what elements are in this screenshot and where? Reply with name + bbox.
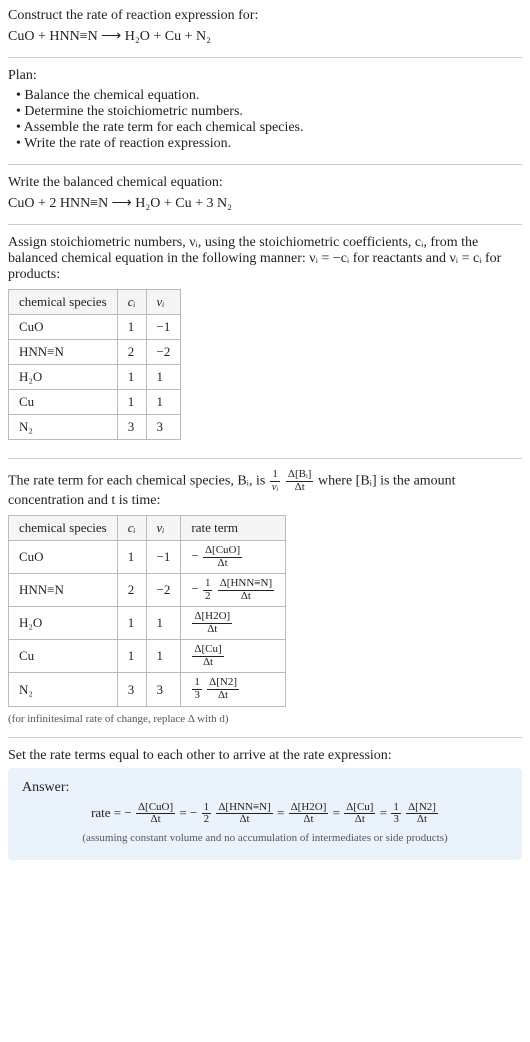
table-header-row: chemical species cᵢ νᵢ rate term (9, 516, 286, 541)
cell-v: −2 (146, 340, 181, 365)
infinitesimal-note: (for infinitesimal rate of change, repla… (8, 713, 522, 725)
table-row: N₂ 3 3 (9, 415, 181, 440)
section-construct: Construct the rate of reaction expressio… (8, 8, 522, 57)
table-header-row: chemical species cᵢ νᵢ (9, 290, 181, 315)
col-v: νᵢ (146, 290, 181, 315)
table-row: H₂O 1 1 Δ[H2O]Δt (9, 607, 286, 640)
balanced-equation: CuO + 2 HNN≡N ⟶ H₂O + Cu + 3 N₂ (8, 195, 522, 212)
plan-item: • Assemble the rate term for each chemic… (16, 120, 522, 136)
cell-c: 2 (117, 340, 146, 365)
cell-species: CuO (9, 315, 118, 340)
plan-item: • Write the rate of reaction expression. (16, 136, 522, 152)
final-heading: Set the rate terms equal to each other t… (8, 748, 522, 764)
section-stoich: Assign stoichiometric numbers, νᵢ, using… (8, 224, 522, 458)
answer-box: Answer: rate = − Δ[CuO]Δt = − 12 Δ[HNN≡N… (8, 768, 522, 860)
table-row: HNN≡N 2 −2 (9, 340, 181, 365)
table-row: CuO 1 −1 − Δ[CuO]Δt (9, 541, 286, 574)
plan-item: • Balance the chemical equation. (16, 88, 522, 104)
rateterm-table: chemical species cᵢ νᵢ rate term CuO 1 −… (8, 515, 286, 706)
plan-item: • Determine the stoichiometric numbers. (16, 104, 522, 120)
cell-c: 1 (117, 365, 146, 390)
table-row: H₂O 1 1 (9, 365, 181, 390)
table-row: Cu 1 1 (9, 390, 181, 415)
unbalanced-equation: CuO + HNN≡N ⟶ H₂O + Cu + N₂ (8, 28, 522, 45)
cell-v: 1 (146, 390, 181, 415)
table-row: HNN≡N 2 −2 − 12 Δ[HNN≡N]Δt (9, 574, 286, 607)
col-v: νᵢ (146, 516, 181, 541)
cell-c: 3 (117, 415, 146, 440)
prompt-text: Construct the rate of reaction expressio… (8, 8, 522, 24)
col-species: chemical species (9, 516, 118, 541)
cell-c: 1 (117, 390, 146, 415)
cell-c: 1 (117, 315, 146, 340)
rate-term-cell: − Δ[CuO]Δt (181, 541, 286, 574)
rate-term-cell: Δ[H2O]Δt (181, 607, 286, 640)
col-c: cᵢ (117, 290, 146, 315)
section-plan: Plan: • Balance the chemical equation. •… (8, 57, 522, 164)
cell-v: 1 (146, 365, 181, 390)
rate-term-cell: − 12 Δ[HNN≡N]Δt (181, 574, 286, 607)
table-row: N₂ 3 3 13 Δ[N2]Δt (9, 673, 286, 706)
col-species: chemical species (9, 290, 118, 315)
cell-v: 3 (146, 415, 181, 440)
col-rate: rate term (181, 516, 286, 541)
rate-expression: rate = − Δ[CuO]Δt = − 12 Δ[HNN≡N]Δt = Δ[… (22, 802, 508, 826)
table-row: CuO 1 −1 (9, 315, 181, 340)
section-balanced: Write the balanced chemical equation: Cu… (8, 164, 522, 224)
rate-term-cell: 13 Δ[N2]Δt (181, 673, 286, 706)
cell-species: N₂ (9, 415, 118, 440)
answer-label: Answer: (22, 780, 508, 796)
rate-term-cell: Δ[Cu]Δt (181, 640, 286, 673)
table-row: Cu 1 1 Δ[Cu]Δt (9, 640, 286, 673)
stoich-table: chemical species cᵢ νᵢ CuO 1 −1 HNN≡N 2 … (8, 289, 181, 440)
plan-heading: Plan: (8, 68, 522, 84)
col-c: cᵢ (117, 516, 146, 541)
cell-species: Cu (9, 390, 118, 415)
cell-v: −1 (146, 315, 181, 340)
rate-formula-coef: 1 νᵢ (270, 469, 281, 493)
section-rateterm: The rate term for each chemical species,… (8, 458, 522, 737)
stoich-intro: Assign stoichiometric numbers, νᵢ, using… (8, 235, 522, 283)
cell-species: HNN≡N (9, 340, 118, 365)
answer-note: (assuming constant volume and no accumul… (22, 832, 508, 844)
rate-formula-delta: Δ[Bᵢ] Δt (286, 469, 314, 493)
section-final: Set the rate terms equal to each other t… (8, 737, 522, 872)
rateterm-intro: The rate term for each chemical species,… (8, 469, 522, 509)
cell-species: H₂O (9, 365, 118, 390)
balanced-heading: Write the balanced chemical equation: (8, 175, 522, 191)
